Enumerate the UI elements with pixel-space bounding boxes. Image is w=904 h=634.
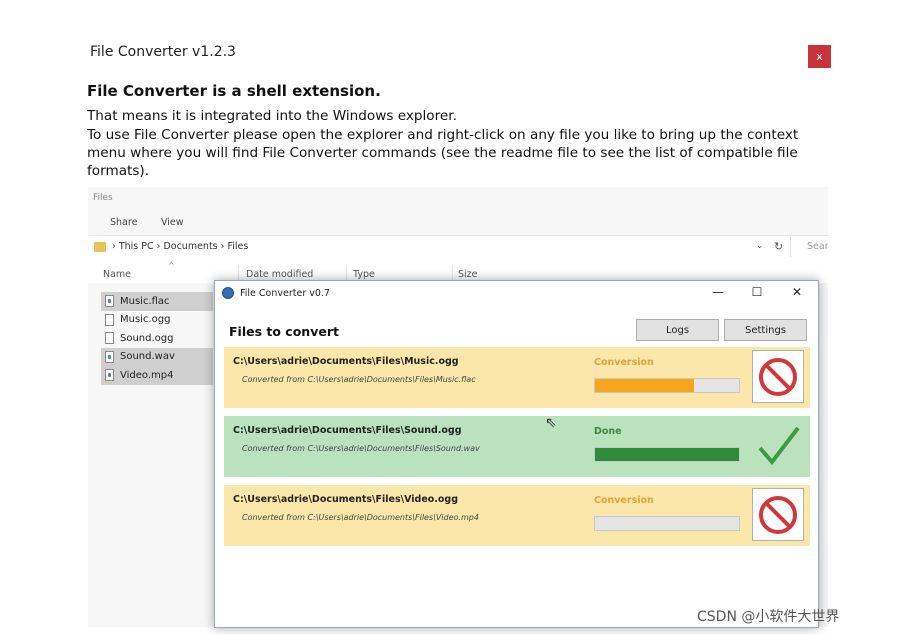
- settings-button[interactable]: Settings: [724, 319, 807, 341]
- sort-chevron-icon: ^: [168, 261, 175, 270]
- file-name: Sound.ogg: [120, 332, 174, 344]
- status-label: Conversion: [594, 495, 654, 506]
- conversion-item: C:\Users\adrie\Documents\Files\Sound.ogg…: [224, 416, 810, 477]
- file-icon: [105, 313, 114, 326]
- file-name: Video.mp4: [120, 369, 174, 381]
- watermark: CSDN @小软件大世界: [697, 609, 840, 625]
- media-file-icon: [105, 295, 114, 308]
- dialog-title: File Converter v0.7: [240, 288, 330, 299]
- files-to-convert-heading: Files to convert: [229, 324, 339, 339]
- file-name: Music.flac: [120, 295, 170, 307]
- maximize-icon[interactable]: ☐: [747, 285, 767, 299]
- column-divider: [238, 265, 239, 281]
- output-path: C:\Users\adrie\Documents\Files\Video.ogg: [233, 494, 459, 505]
- cancel-icon: [759, 495, 797, 534]
- done-indicator: [752, 419, 804, 472]
- converter-dialog: File Converter v0.7 — ☐ ✕ Files to conve…: [214, 280, 819, 628]
- column-date-modified[interactable]: Date modified: [246, 269, 313, 280]
- file-list: Music.flac Music.ogg Sound.ogg Sound.wav…: [101, 292, 213, 385]
- file-row[interactable]: Music.flac: [101, 292, 213, 311]
- window-title: File Converter v1.2.3: [90, 44, 236, 60]
- conversion-item: C:\Users\adrie\Documents\Files\Video.ogg…: [224, 485, 810, 546]
- cancel-icon: [759, 357, 797, 396]
- column-divider: [452, 265, 453, 281]
- explorer-ribbon: Share View: [88, 211, 828, 235]
- address-bar[interactable]: › This PC › Documents › Files ⌄ ↻ Sear: [88, 235, 828, 261]
- usage-text: To use File Converter please open the ex…: [87, 127, 799, 179]
- source-path: Converted from C:\Users\adrie\Documents\…: [242, 375, 476, 384]
- breadcrumb[interactable]: › This PC › Documents › Files: [112, 241, 248, 252]
- conversion-item: C:\Users\adrie\Documents\Files\Music.ogg…: [224, 347, 810, 408]
- intro-text: That means it is integrated into the Win…: [87, 108, 457, 124]
- output-path: C:\Users\adrie\Documents\Files\Sound.ogg: [233, 425, 462, 436]
- progress-bar: [594, 516, 740, 531]
- progress-fill: [595, 379, 695, 392]
- progress-bar: [594, 447, 740, 462]
- output-path: C:\Users\adrie\Documents\Files\Music.ogg: [233, 356, 459, 367]
- file-name: Sound.wav: [120, 351, 175, 363]
- logs-button[interactable]: Logs: [636, 319, 719, 341]
- file-row[interactable]: Video.mp4: [101, 366, 213, 385]
- search-input[interactable]: Sear: [790, 237, 828, 257]
- column-divider: [346, 265, 347, 281]
- progress-fill: [595, 448, 739, 461]
- close-button[interactable]: x: [808, 45, 831, 68]
- file-icon: [105, 332, 114, 345]
- file-name: Music.ogg: [120, 314, 171, 326]
- close-icon[interactable]: ✕: [787, 285, 807, 299]
- column-name[interactable]: Name: [103, 269, 131, 280]
- file-row[interactable]: Sound.ogg: [101, 329, 213, 348]
- source-path: Converted from C:\Users\adrie\Documents\…: [242, 513, 479, 522]
- chevron-down-icon[interactable]: ⌄: [756, 241, 764, 251]
- app-icon: [222, 287, 234, 299]
- progress-bar: [594, 378, 740, 393]
- dialog-titlebar[interactable]: File Converter v0.7 — ☐ ✕: [215, 281, 818, 307]
- mouse-cursor-icon: ⇖: [545, 415, 557, 431]
- status-label: Conversion: [594, 357, 654, 368]
- folder-icon: [94, 242, 106, 252]
- file-row[interactable]: Sound.wav: [101, 347, 213, 366]
- media-file-icon: [105, 369, 114, 382]
- checkmark-icon: [758, 426, 800, 465]
- file-row[interactable]: Music.ogg: [101, 311, 213, 330]
- explorer-title: Files: [93, 193, 113, 203]
- cancel-button[interactable]: [752, 350, 804, 403]
- ribbon-tab-view[interactable]: View: [161, 217, 184, 228]
- page-heading: File Converter is a shell extension.: [87, 82, 381, 100]
- refresh-icon[interactable]: ↻: [774, 240, 783, 253]
- minimize-icon[interactable]: —: [708, 285, 728, 299]
- ribbon-tab-share[interactable]: Share: [110, 217, 137, 228]
- status-label: Done: [594, 426, 622, 437]
- cancel-button[interactable]: [752, 488, 804, 541]
- column-type[interactable]: Type: [353, 269, 375, 280]
- column-size[interactable]: Size: [458, 269, 478, 280]
- media-file-icon: [105, 350, 114, 363]
- source-path: Converted from C:\Users\adrie\Documents\…: [242, 444, 480, 453]
